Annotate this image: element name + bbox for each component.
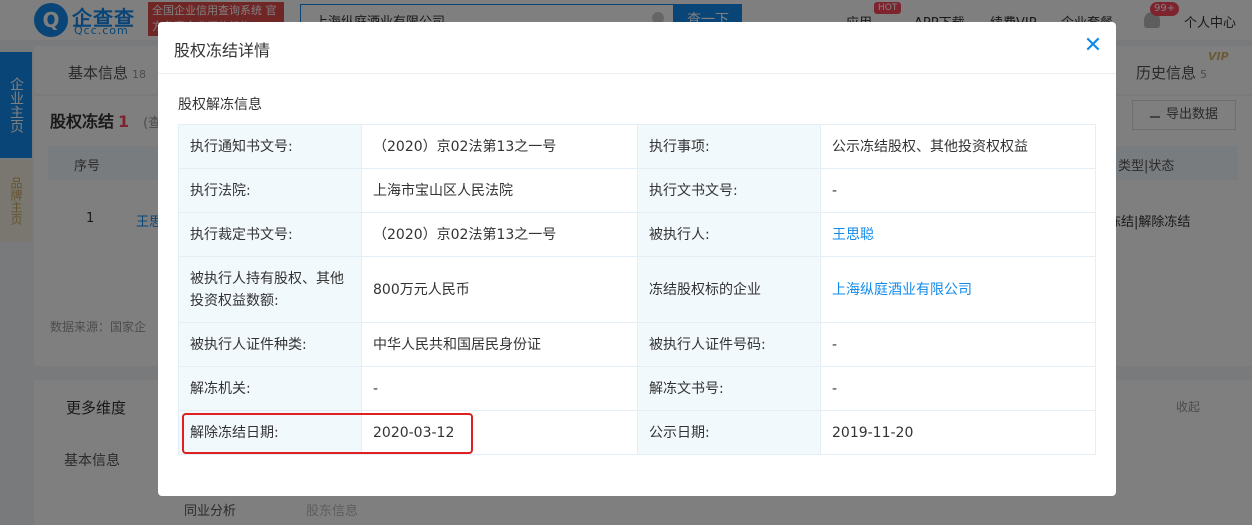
label-ruling-number: 执行裁定书文号: [178, 212, 362, 257]
table-row: 执行法院: 上海市宝山区人民法院 执行文书文号: - [178, 168, 1096, 213]
table-row: 解除冻结日期: 2020-03-12 公示日期: 2019-11-20 [178, 410, 1096, 455]
table-row: 被执行人持有股权、其他投资权益数额: 800万元人民币 冻结股权标的企业 上海纵… [178, 256, 1096, 323]
label-unfreeze-authority: 解冻机关: [178, 366, 362, 411]
value-executed-person: 王思聪 [820, 212, 1096, 257]
label-id-number: 被执行人证件号码: [637, 322, 821, 367]
label-equity-amount: 被执行人持有股权、其他投资权益数额: [178, 256, 362, 323]
label-target-company: 冻结股权标的企业 [637, 256, 821, 323]
equity-freeze-detail-modal: 股权冻结详情 ✕ 股权解冻信息 执行通知书文号: （2020）京02法第13之一… [158, 22, 1116, 496]
modal-title: 股权冻结详情 [174, 41, 271, 60]
modal-header: 股权冻结详情 ✕ [158, 22, 1116, 74]
target-company-link[interactable]: 上海纵庭酒业有限公司 [832, 282, 972, 298]
table-row: 被执行人证件种类: 中华人民共和国居民身份证 被执行人证件号码: - [178, 322, 1096, 367]
label-document-number: 执行文书文号: [637, 168, 821, 213]
label-notice-number: 执行通知书文号: [178, 124, 362, 169]
value-target-company: 上海纵庭酒业有限公司 [820, 256, 1096, 323]
executed-person-link[interactable]: 王思聪 [832, 227, 874, 243]
value-equity-amount: 800万元人民币 [361, 256, 638, 323]
close-icon[interactable]: ✕ [1083, 35, 1103, 57]
label-executed-person: 被执行人: [637, 212, 821, 257]
value-id-number: - [820, 322, 1096, 367]
detail-table: 执行通知书文号: （2020）京02法第13之一号 执行事项: 公示冻结股权、其… [178, 124, 1096, 455]
unfreeze-section-title: 股权解冻信息 [178, 97, 262, 113]
value-unfreeze-date: 2020-03-12 [361, 410, 638, 455]
label-court: 执行法院: [178, 168, 362, 213]
table-row: 执行裁定书文号: （2020）京02法第13之一号 被执行人: 王思聪 [178, 212, 1096, 257]
value-unfreeze-document: - [820, 366, 1096, 411]
value-publish-date: 2019-11-20 [820, 410, 1096, 455]
label-unfreeze-date: 解除冻结日期: [178, 410, 362, 455]
label-id-type: 被执行人证件种类: [178, 322, 362, 367]
value-execution-matter: 公示冻结股权、其他投资权权益 [820, 124, 1096, 169]
value-notice-number: （2020）京02法第13之一号 [361, 124, 638, 169]
value-ruling-number: （2020）京02法第13之一号 [361, 212, 638, 257]
value-document-number: - [820, 168, 1096, 213]
table-row: 解冻机关: - 解冻文书号: - [178, 366, 1096, 411]
label-unfreeze-document: 解冻文书号: [637, 366, 821, 411]
label-execution-matter: 执行事项: [637, 124, 821, 169]
value-unfreeze-authority: - [361, 366, 638, 411]
value-court: 上海市宝山区人民法院 [361, 168, 638, 213]
label-publish-date: 公示日期: [637, 410, 821, 455]
table-row: 执行通知书文号: （2020）京02法第13之一号 执行事项: 公示冻结股权、其… [178, 124, 1096, 169]
value-id-type: 中华人民共和国居民身份证 [361, 322, 638, 367]
